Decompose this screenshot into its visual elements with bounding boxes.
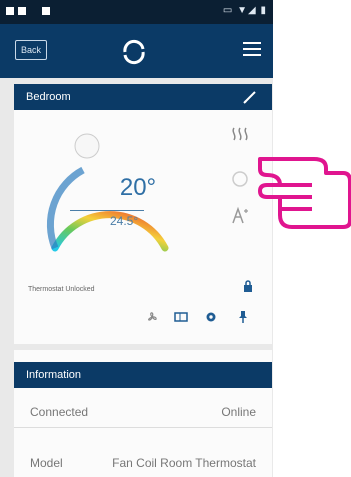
current-temperature: 24.5° [110,214,139,228]
notification-icon [42,7,50,15]
lock-icon[interactable] [243,280,253,292]
schedule-icon[interactable] [229,168,251,190]
info-value: Fan Coil Room Thermostat [112,456,256,470]
status-bar: ▭ ▼◢ ▮ [0,0,273,24]
heating-icon[interactable] [229,125,251,147]
info-key: Model [30,456,63,470]
room-header: Bedroom [14,84,272,110]
information-card: Information Connected Online Model Fan C… [14,350,272,477]
menu-icon[interactable] [243,42,261,56]
edit-icon[interactable] [242,89,258,105]
information-header: Information [14,362,272,388]
display-icon[interactable] [174,310,188,324]
dial-handle[interactable] [74,133,100,159]
settings-icon[interactable] [204,310,218,324]
notification-icon [6,7,14,15]
info-row-model: Model Fan Coil Room Thermostat [14,448,272,477]
app-bar: Back [0,24,273,78]
fan-icon[interactable] [145,310,159,324]
info-value: Online [221,405,256,419]
divider [70,210,144,211]
lock-status-text: Thermostat Unlocked [28,286,95,293]
app-logo-icon [123,39,145,65]
info-key: Connected [30,405,89,419]
auto-mode-icon[interactable] [229,205,251,227]
information-title: Information [26,369,82,381]
info-row-connected: Connected Online [14,397,272,428]
room-title: Bedroom [26,91,71,103]
back-button[interactable]: Back [15,40,47,60]
pointing-hand-icon [258,157,351,229]
phone-screen: ▭ ▼◢ ▮ Back Bedroom 20° 24.5° Thermostat… [0,0,273,477]
notification-icon [18,7,26,15]
setpoint-temperature: 20° [119,174,157,201]
pin-icon[interactable] [236,310,250,324]
system-status-icons: ▭ ▼◢ ▮ [222,5,267,16]
